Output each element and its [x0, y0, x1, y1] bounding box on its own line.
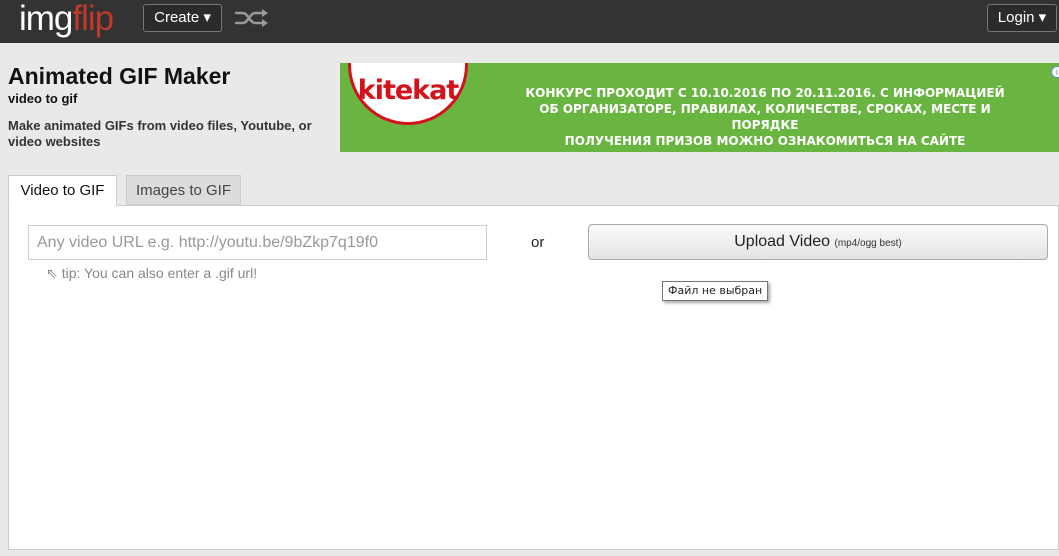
create-dropdown-button[interactable]: Create ▾: [143, 4, 222, 32]
upload-video-button[interactable]: Upload Video (mp4/ogg best): [588, 224, 1048, 260]
imgflip-logo[interactable]: imgflip: [19, 0, 114, 40]
ad-info-icon[interactable]: i: [1051, 66, 1059, 78]
ad-banner[interactable]: kitekat КОНКУРС ПРОХОДИТ С 10.10.2016 ПО…: [340, 63, 1059, 152]
page-title: Animated GIF Maker: [8, 63, 231, 89]
or-separator: or: [531, 234, 545, 251]
logo-text-img: img: [19, 0, 73, 38]
page-subtitle: video to gif: [8, 91, 78, 106]
ad-text-line: ПОЛУЧЕНИЯ ПРИЗОВ МОЖНО ОЗНАКОМИТЬСЯ НА С…: [564, 134, 966, 152]
ad-text-line: ОБ ОРГАНИЗАТОРЕ, ПРАВИЛАХ, КОЛИЧЕСТВЕ, С…: [539, 102, 991, 132]
ad-text-line: КОНКУРС ПРОХОДИТ С 10.10.2016 ПО 20.11.2…: [525, 86, 1005, 100]
tab-images-to-gif[interactable]: Images to GIF: [126, 175, 241, 205]
upload-video-hint: (mp4/ogg best): [834, 238, 902, 249]
tab-video-to-gif[interactable]: Video to GIF: [8, 175, 117, 206]
tip-text: ⇖ tip: You can also enter a .gif url!: [46, 265, 257, 282]
upload-video-label: Upload Video: [734, 233, 831, 250]
ad-text: КОНКУРС ПРОХОДИТ С 10.10.2016 ПО 20.11.2…: [515, 85, 1015, 152]
ad-brand-name: kitekat: [357, 75, 460, 106]
video-url-input[interactable]: [28, 225, 487, 260]
shuffle-icon[interactable]: [233, 8, 269, 28]
tip-label: tip: You can also enter a .gif url!: [61, 265, 258, 281]
ad-brand-logo: kitekat: [348, 63, 468, 125]
top-navigation-bar: imgflip Create ▾ Login ▾: [0, 0, 1059, 43]
tip-arrow-icon: ⇖: [46, 265, 58, 281]
page-description: Make animated GIFs from video files, You…: [8, 118, 312, 149]
logo-text-flip: flip: [72, 0, 114, 38]
no-file-selected-tooltip: Файл не выбран: [662, 281, 769, 301]
login-dropdown-button[interactable]: Login ▾: [987, 4, 1057, 32]
